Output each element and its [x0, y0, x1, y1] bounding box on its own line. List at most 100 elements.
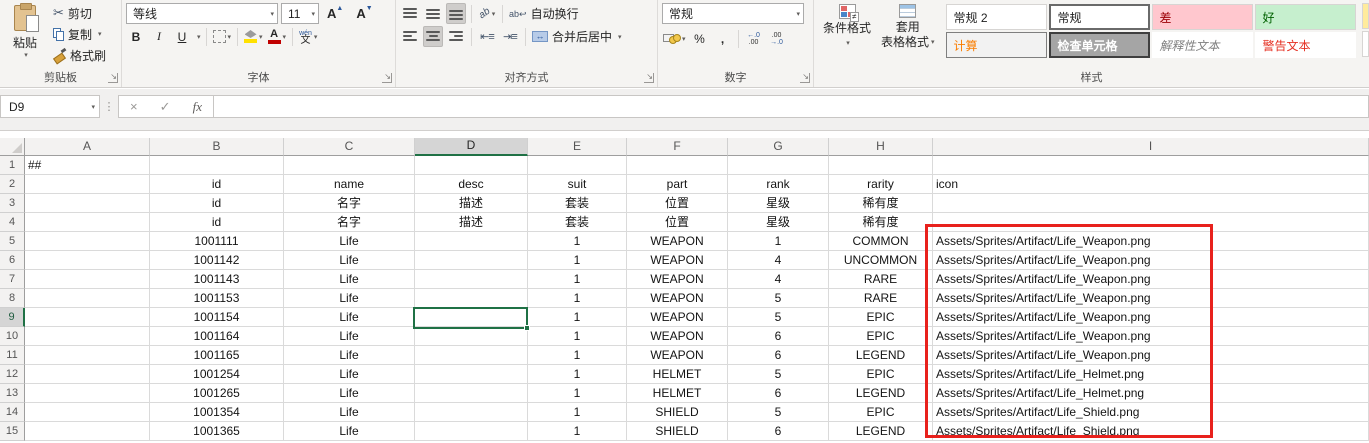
- cell-D2[interactable]: desc: [415, 175, 528, 194]
- cell-I7[interactable]: Assets/Sprites/Artifact/Life_Weapon.png: [933, 270, 1369, 289]
- column-header-G[interactable]: G: [728, 138, 829, 156]
- cell-G1[interactable]: [728, 156, 829, 175]
- decrease-decimal-button[interactable]: .00→.0: [767, 28, 787, 49]
- cell-A11[interactable]: [25, 346, 150, 365]
- cell-B7[interactable]: 1001143: [150, 270, 284, 289]
- wrap-text-button[interactable]: ab↩ 自动换行: [508, 3, 580, 24]
- align-center-button[interactable]: [423, 26, 443, 47]
- cell-C1[interactable]: [284, 156, 415, 175]
- cell-E9[interactable]: 1: [528, 308, 627, 327]
- shrink-font-button[interactable]: A▼: [351, 3, 377, 24]
- row-header-1[interactable]: 1: [0, 156, 25, 175]
- cell-F8[interactable]: WEAPON: [627, 289, 728, 308]
- cell-H9[interactable]: EPIC: [829, 308, 933, 327]
- orientation-button[interactable]: ab▾: [477, 3, 497, 24]
- cell-H15[interactable]: LEGEND: [829, 422, 933, 441]
- cell-C2[interactable]: name: [284, 175, 415, 194]
- font-name-combo[interactable]: 等线 ▾: [126, 3, 278, 24]
- row-header-12[interactable]: 12: [0, 365, 25, 384]
- bold-button[interactable]: B: [126, 26, 146, 47]
- column-header-H[interactable]: H: [829, 138, 933, 156]
- cell-A7[interactable]: [25, 270, 150, 289]
- cell-F4[interactable]: 位置: [627, 213, 728, 232]
- cell-C12[interactable]: Life: [284, 365, 415, 384]
- cell-D8[interactable]: [415, 289, 528, 308]
- increase-decimal-button[interactable]: ←.0.00: [744, 28, 764, 49]
- dialog-launcher-icon[interactable]: ↘: [644, 73, 654, 83]
- cell-I14[interactable]: Assets/Sprites/Artifact/Life_Shield.png: [933, 403, 1369, 422]
- column-header-A[interactable]: A: [25, 138, 150, 156]
- style-good[interactable]: 好: [1255, 4, 1356, 30]
- grow-font-button[interactable]: A▲: [322, 3, 348, 24]
- cell-I15[interactable]: Assets/Sprites/Artifact/Life_Shield.png: [933, 422, 1369, 441]
- column-header-E[interactable]: E: [528, 138, 627, 156]
- cell-I4[interactable]: [933, 213, 1369, 232]
- cell-F5[interactable]: WEAPON: [627, 232, 728, 251]
- column-header-C[interactable]: C: [284, 138, 415, 156]
- style-partial[interactable]: [1362, 31, 1369, 57]
- format-painter-button[interactable]: 格式刷: [50, 45, 109, 65]
- style-calculation[interactable]: 计算: [946, 32, 1047, 58]
- cell-E3[interactable]: 套装: [528, 194, 627, 213]
- cell-I10[interactable]: Assets/Sprites/Artifact/Life_Weapon.png: [933, 327, 1369, 346]
- cell-C4[interactable]: 名字: [284, 213, 415, 232]
- cell-B14[interactable]: 1001354: [150, 403, 284, 422]
- style-partial-neutral[interactable]: [1362, 3, 1369, 29]
- align-bottom-button[interactable]: [446, 3, 466, 24]
- enter-icon[interactable]: ✓: [160, 99, 171, 115]
- font-size-combo[interactable]: 11 ▾: [281, 3, 319, 24]
- cell-D15[interactable]: [415, 422, 528, 441]
- cell-I6[interactable]: Assets/Sprites/Artifact/Life_Weapon.png: [933, 251, 1369, 270]
- cell-E1[interactable]: [528, 156, 627, 175]
- align-left-button[interactable]: [400, 26, 420, 47]
- cell-B10[interactable]: 1001164: [150, 327, 284, 346]
- merge-center-button[interactable]: ↔ 合并后居中 ▾: [531, 26, 623, 47]
- cell-E12[interactable]: 1: [528, 365, 627, 384]
- cut-button[interactable]: ✂ 剪切: [50, 3, 109, 23]
- borders-button[interactable]: ▾: [212, 26, 233, 47]
- cell-H7[interactable]: RARE: [829, 270, 933, 289]
- cell-I8[interactable]: Assets/Sprites/Artifact/Life_Weapon.png: [933, 289, 1369, 308]
- cell-C6[interactable]: Life: [284, 251, 415, 270]
- style-check-cell[interactable]: 检查单元格: [1049, 32, 1150, 58]
- copy-button[interactable]: 复制 ▾: [50, 24, 109, 44]
- cell-H1[interactable]: [829, 156, 933, 175]
- cell-A10[interactable]: [25, 327, 150, 346]
- cell-F6[interactable]: WEAPON: [627, 251, 728, 270]
- style-bad[interactable]: 差: [1152, 4, 1253, 30]
- cell-I2[interactable]: icon: [933, 175, 1369, 194]
- cell-G4[interactable]: 星级: [728, 213, 829, 232]
- comma-style-button[interactable]: ,: [713, 28, 733, 49]
- paste-button[interactable]: 粘贴 ▾: [4, 3, 46, 69]
- row-header-9[interactable]: 9: [0, 308, 25, 327]
- align-right-button[interactable]: [446, 26, 466, 47]
- cell-E7[interactable]: 1: [528, 270, 627, 289]
- style-warning-text[interactable]: 警告文本: [1255, 32, 1356, 58]
- cancel-icon[interactable]: ×: [130, 99, 138, 114]
- cell-H13[interactable]: LEGEND: [829, 384, 933, 403]
- row-header-11[interactable]: 11: [0, 346, 25, 365]
- cell-B6[interactable]: 1001142: [150, 251, 284, 270]
- cell-I9[interactable]: Assets/Sprites/Artifact/Life_Weapon.png: [933, 308, 1369, 327]
- phonetic-button[interactable]: wén 文 ▾: [298, 26, 318, 47]
- cell-G15[interactable]: 6: [728, 422, 829, 441]
- row-header-2[interactable]: 2: [0, 175, 25, 194]
- align-top-button[interactable]: [400, 3, 420, 24]
- cell-A2[interactable]: [25, 175, 150, 194]
- cell-G14[interactable]: 5: [728, 403, 829, 422]
- style-normal[interactable]: 常规: [1049, 4, 1150, 30]
- underline-button[interactable]: U: [172, 26, 192, 47]
- percent-style-button[interactable]: %: [690, 28, 710, 49]
- cell-A9[interactable]: [25, 308, 150, 327]
- cell-G6[interactable]: 4: [728, 251, 829, 270]
- decrease-indent-button[interactable]: ⇤≡: [477, 26, 497, 47]
- cell-C3[interactable]: 名字: [284, 194, 415, 213]
- insert-function-icon[interactable]: fx: [193, 99, 202, 115]
- cell-C8[interactable]: Life: [284, 289, 415, 308]
- row-header-15[interactable]: 15: [0, 422, 25, 441]
- cell-D1[interactable]: [415, 156, 528, 175]
- cell-H6[interactable]: UNCOMMON: [829, 251, 933, 270]
- cell-I5[interactable]: Assets/Sprites/Artifact/Life_Weapon.png: [933, 232, 1369, 251]
- cell-E2[interactable]: suit: [528, 175, 627, 194]
- number-format-combo[interactable]: 常规 ▾: [662, 3, 804, 24]
